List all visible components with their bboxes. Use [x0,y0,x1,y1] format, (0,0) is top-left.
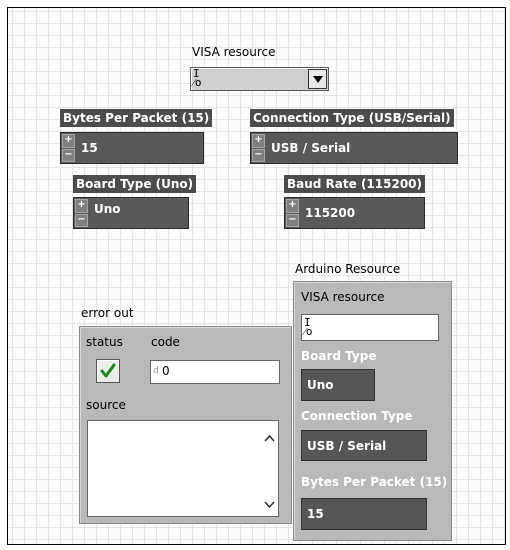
bytes-per-packet-value[interactable]: 15 [81,133,98,163]
error-out-cluster: status code d 0 source [79,326,292,524]
baud-stepper[interactable]: + − [286,199,299,227]
visa-resource-glyph-icon: I ⁄o [193,67,202,89]
board-type-value[interactable]: Uno [94,198,121,228]
bytes-stepper[interactable]: + − [62,134,75,162]
board-stepper[interactable]: + − [75,199,88,227]
connection-type-control[interactable]: + − USB / Serial [250,132,458,164]
status-checkbox[interactable] [96,359,120,383]
baud-rate-value[interactable]: 115200 [305,198,355,228]
bytes-per-packet-control[interactable]: + − 15 [60,132,204,164]
increment-icon[interactable]: + [62,134,75,148]
code-label: code [151,335,180,349]
connection-type-value[interactable]: USB / Serial [271,133,350,163]
visa-resource-label: VISA resource [192,45,276,59]
chevron-down-icon[interactable] [264,501,275,508]
arduino-board-type-label: Board Type [301,349,377,363]
arduino-connection-type-indicator: USB / Serial [301,430,427,461]
decrement-icon[interactable]: − [75,213,88,227]
arduino-bytes-indicator: 15 [301,498,427,530]
source-scrollbar[interactable] [261,421,278,516]
decrement-icon[interactable]: − [252,148,265,162]
arduino-bytes-label: Bytes Per Packet (15) [301,475,448,489]
connection-stepper[interactable]: + − [252,134,265,162]
front-panel: VISA resource I ⁄o Bytes Per Packet (15) … [7,7,506,545]
arduino-board-type-indicator: Uno [301,369,375,401]
arduino-visa-indicator: I ⁄o [301,314,439,341]
chevron-up-icon[interactable] [264,435,275,442]
error-out-label: error out [81,306,134,320]
checkmark-icon [100,363,116,378]
decrement-icon[interactable]: − [286,213,299,227]
arduino-resource-cluster: VISA resource I ⁄o Board Type Uno Connect… [293,281,452,541]
chevron-down-icon [312,75,323,83]
increment-icon[interactable]: + [252,134,265,148]
visa-dropdown-button[interactable] [308,69,327,89]
board-type-label: Board Type (Uno) [73,175,197,193]
connection-type-label: Connection Type (USB/Serial) [250,109,454,127]
arduino-board-type-value: Uno [307,378,334,392]
increment-icon[interactable]: + [75,199,88,213]
code-field[interactable]: d 0 [150,360,280,384]
arduino-connection-type-label: Connection Type [301,409,413,423]
source-textarea[interactable] [87,420,279,517]
arduino-visa-label: VISA resource [301,290,385,304]
baud-rate-label: Baud Rate (115200) [284,175,426,193]
board-type-control[interactable]: + − Uno [73,197,189,229]
status-label: status [86,335,123,349]
arduino-resource-label: Arduino Resource [295,262,401,276]
arduino-connection-type-value: USB / Serial [307,438,387,453]
increment-icon[interactable]: + [286,199,299,213]
visa-resource-glyph-icon: I ⁄o [304,316,313,338]
visa-resource-control[interactable]: I ⁄o [190,67,329,91]
code-radix-prefix: d [153,366,159,376]
source-label: source [86,398,126,412]
code-value[interactable]: 0 [162,364,170,378]
bytes-per-packet-label: Bytes Per Packet (15) [60,109,213,127]
baud-rate-control[interactable]: + − 115200 [284,197,425,229]
decrement-icon[interactable]: − [62,148,75,162]
arduino-bytes-value: 15 [307,507,324,521]
